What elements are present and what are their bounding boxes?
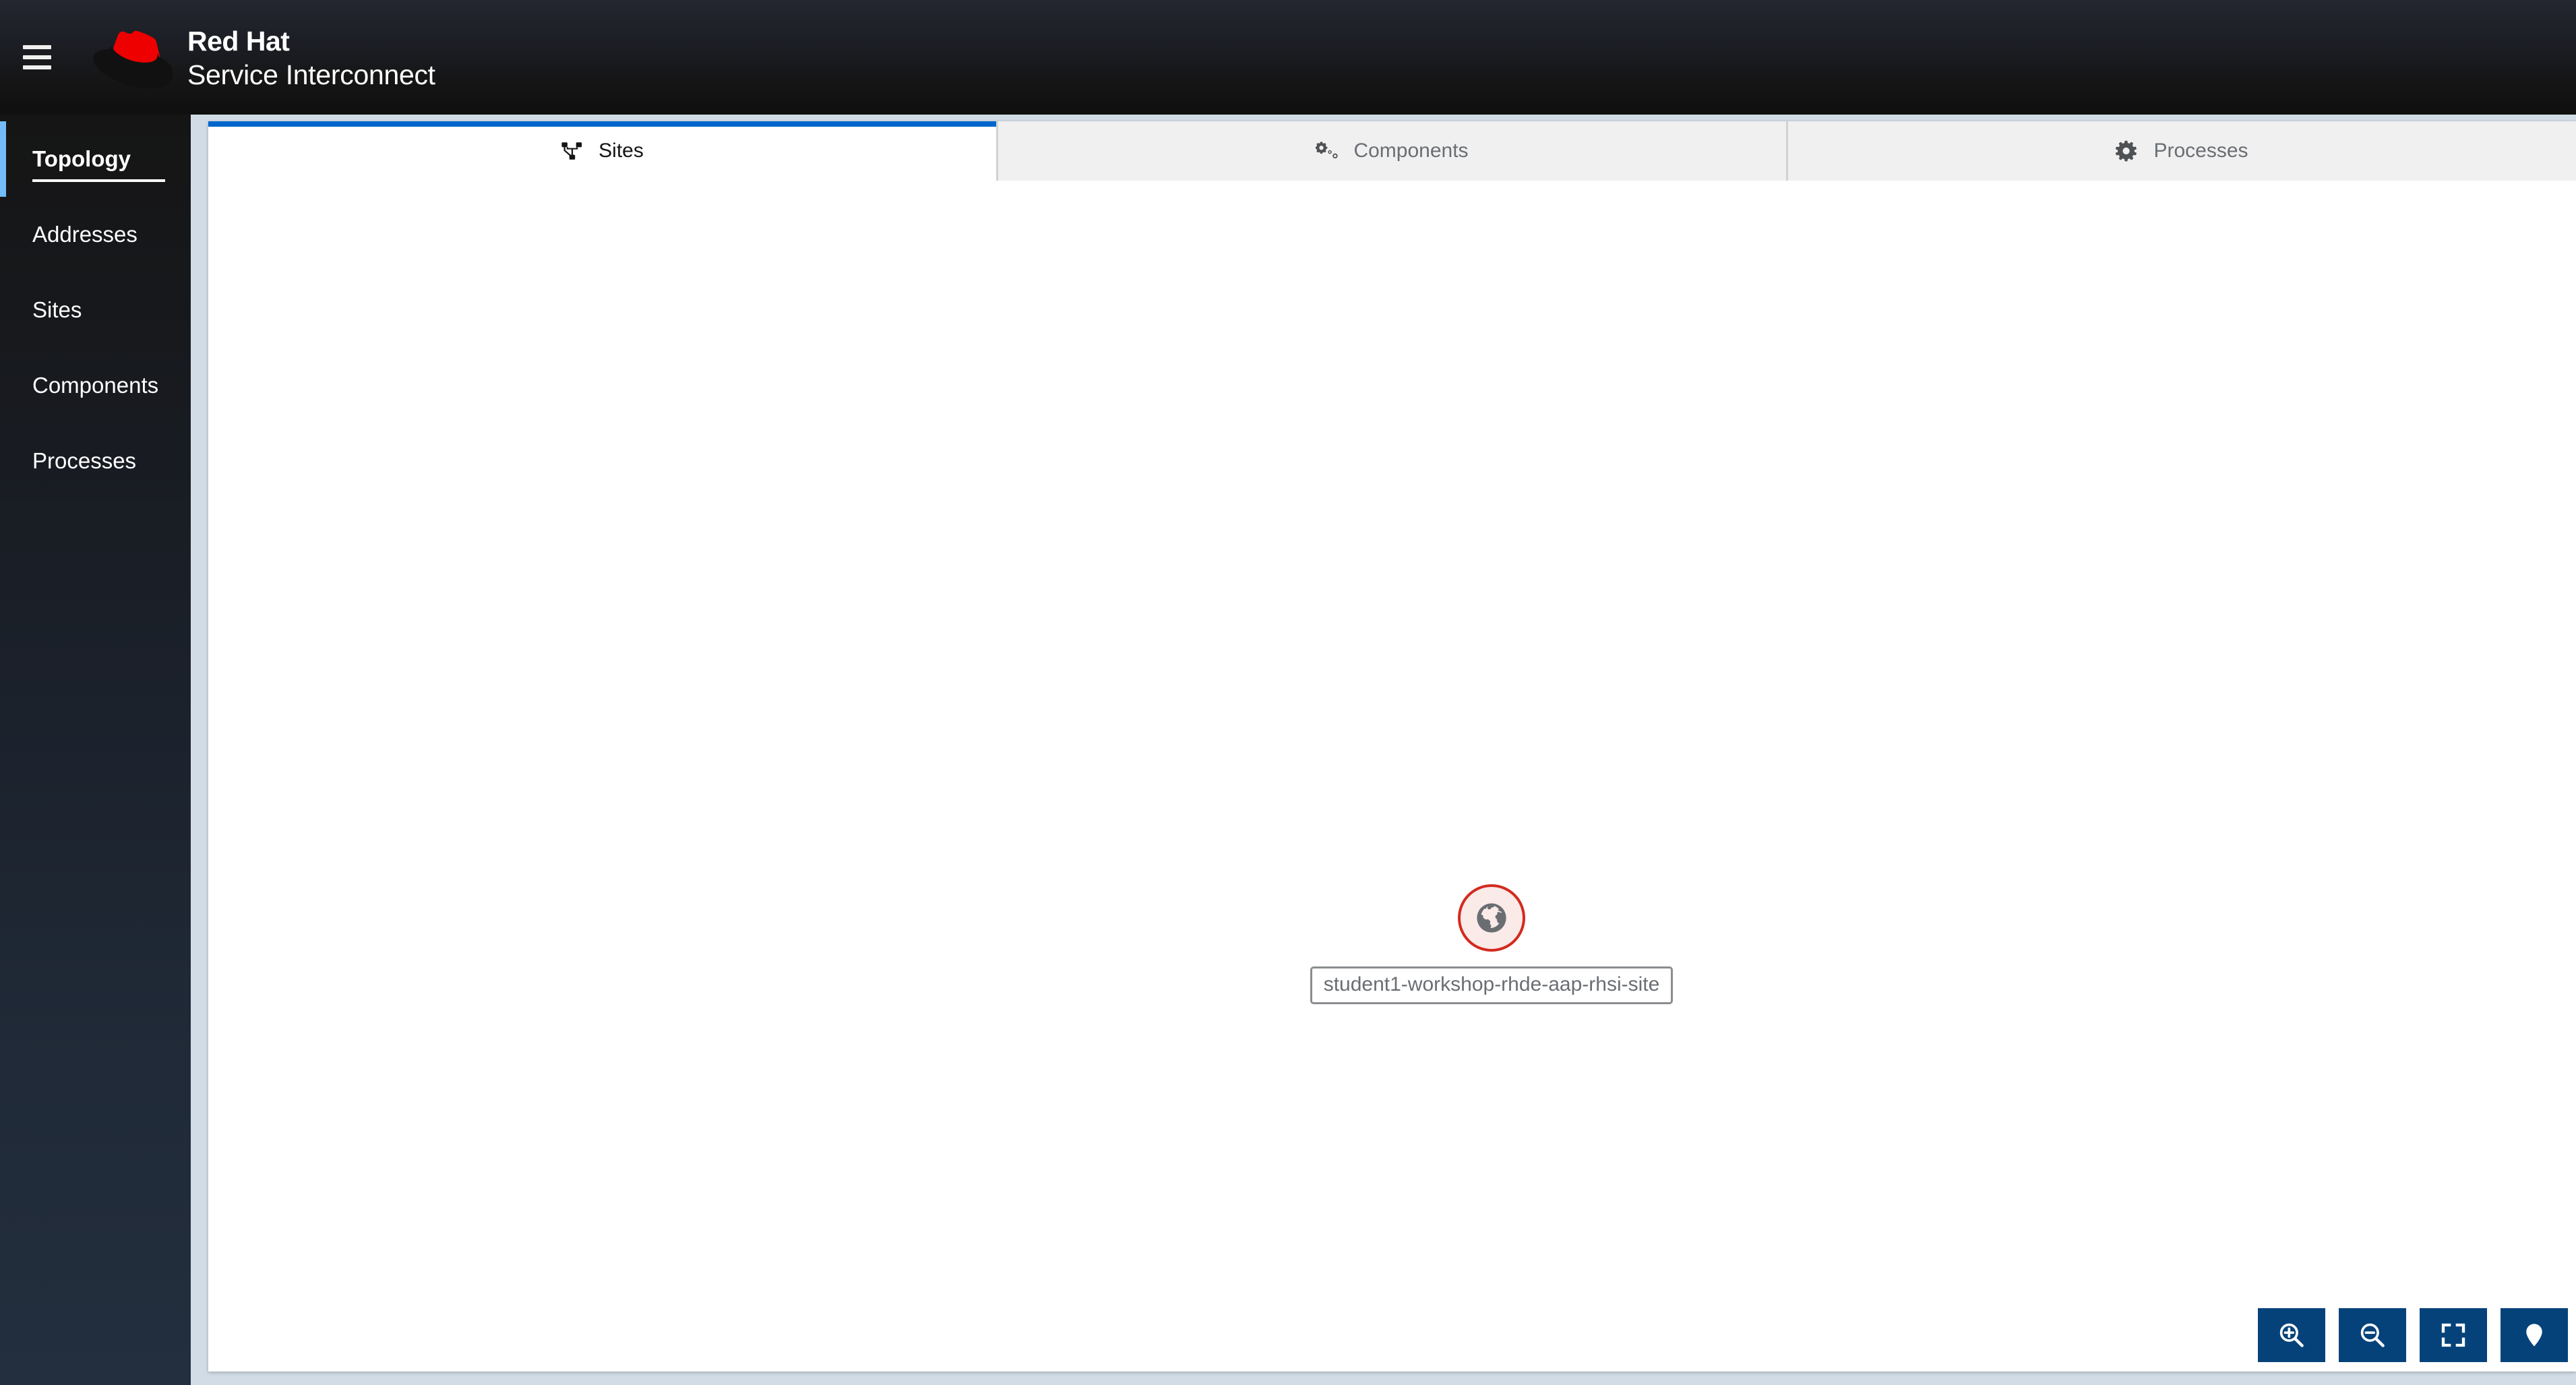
- sidebar-item-label: Components: [32, 373, 159, 398]
- node-circle[interactable]: [1458, 884, 1525, 952]
- tab-label: Processes: [2153, 140, 2248, 162]
- expand-icon: [2441, 1323, 2465, 1347]
- sidebar-item-label: Processes: [32, 448, 137, 473]
- sitemap-icon: [561, 140, 584, 162]
- topology-canvas[interactable]: student1-workshop-rhde-aap-rhsi-site: [208, 181, 2576, 1372]
- map-pin-icon: [2526, 1324, 2542, 1347]
- reset-view-button[interactable]: [2501, 1308, 2568, 1362]
- tab-label: Components: [1353, 140, 1469, 162]
- hamburger-bar: [23, 55, 51, 59]
- zoom-out-button[interactable]: [2339, 1308, 2406, 1362]
- sidebar-item-components[interactable]: Components: [0, 348, 191, 423]
- brand-title-secondary: Service Interconnect: [187, 59, 435, 90]
- hamburger-menu-icon[interactable]: [0, 0, 74, 115]
- topology-card: Sites Components Processes student1-work…: [208, 121, 2576, 1372]
- topology-node-site[interactable]: student1-workshop-rhde-aap-rhsi-site: [1310, 884, 1674, 1004]
- main-content: Sites Components Processes student1-work…: [191, 115, 2576, 1385]
- brand-title-primary: Red Hat: [187, 25, 290, 57]
- zoom-out-icon: [2360, 1323, 2385, 1347]
- topology-controls: [2258, 1308, 2568, 1362]
- hamburger-bar: [23, 65, 51, 69]
- brand-text: Red Hat Service Interconnect: [187, 26, 435, 89]
- zoom-in-button[interactable]: [2258, 1308, 2325, 1362]
- tab-components[interactable]: Components: [998, 121, 1788, 181]
- brand-logo[interactable]: Red Hat Service Interconnect: [88, 25, 435, 90]
- tab-sites[interactable]: Sites: [208, 121, 998, 181]
- sidebar-item-sites[interactable]: Sites: [0, 272, 191, 348]
- sidebar-item-addresses[interactable]: Addresses: [0, 197, 191, 272]
- topology-tabs: Sites Components Processes: [208, 121, 2576, 181]
- sidebar-item-topology[interactable]: Topology: [0, 121, 191, 197]
- red-hat-logo-icon: [93, 30, 173, 89]
- cog-icon: [2116, 140, 2139, 162]
- active-underline: [32, 179, 165, 182]
- application-root: Red Hat Service Interconnect Topology Ad…: [0, 0, 2576, 1385]
- masthead: Red Hat Service Interconnect: [0, 0, 2576, 115]
- hamburger-bar: [23, 45, 51, 49]
- cogs-icon: [1316, 140, 1339, 162]
- zoom-in-icon: [2279, 1323, 2304, 1347]
- sidebar-item-label: Topology: [32, 146, 131, 171]
- tab-processes[interactable]: Processes: [1788, 121, 2576, 181]
- sidebar-item-label: Addresses: [32, 222, 137, 247]
- sidebar-navigation: Topology Addresses Sites Components Proc…: [0, 115, 191, 1385]
- sidebar-item-processes[interactable]: Processes: [0, 423, 191, 499]
- tab-label: Sites: [599, 140, 644, 162]
- sidebar-item-label: Sites: [32, 297, 82, 322]
- fit-to-screen-button[interactable]: [2420, 1308, 2487, 1362]
- node-label: student1-workshop-rhde-aap-rhsi-site: [1310, 966, 1674, 1004]
- globe-icon: [1477, 903, 1506, 933]
